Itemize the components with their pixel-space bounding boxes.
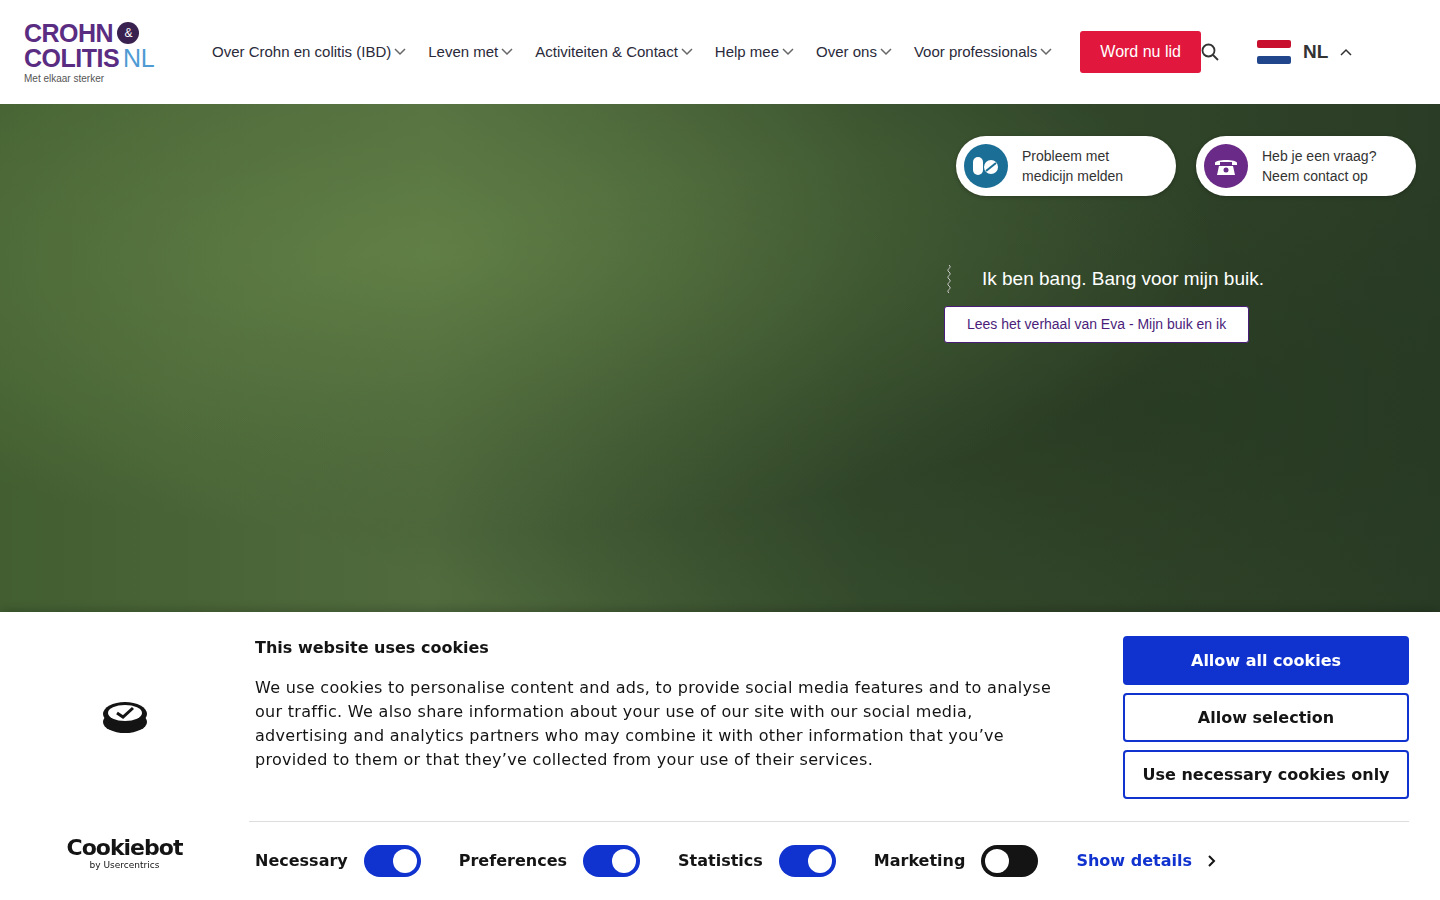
quick-link-line: Heb je een vraag? [1262, 146, 1376, 166]
toggle-knob [808, 849, 832, 873]
nav-label: Over ons [816, 41, 877, 64]
toggle-knob [612, 849, 636, 873]
medicine-icon [964, 144, 1008, 188]
chevron-icon [782, 48, 794, 56]
toggle-knob [985, 849, 1009, 873]
toggle-switch[interactable] [583, 845, 640, 877]
hero-photo: Probleem metmedicijn melden Heb je een vr… [0, 104, 1440, 612]
site-logo[interactable]: CROHN&COLITISNL Met elkaar sterker [24, 21, 194, 84]
join-button[interactable]: Word nu lid [1080, 31, 1201, 73]
cookiebot-brand: Cookiebotby Usercentrics [0, 821, 249, 900]
netherlands-flag-icon [1257, 40, 1291, 64]
quick-link-line: Neem contact op [1262, 166, 1376, 186]
details-label: Show details [1076, 849, 1192, 873]
toggle-switch[interactable] [981, 845, 1038, 877]
brand-name: Cookiebot [67, 837, 183, 859]
quote-text: Ik ben bang. Bang voor mijn buik. [982, 265, 1264, 294]
cookie-body: We use cookies to personalise content an… [255, 676, 1065, 772]
nav-label: Voor professionals [914, 41, 1037, 64]
cookie-title: This website uses cookies [255, 636, 1083, 660]
logo-suffix: NL [123, 46, 154, 71]
logo-tagline: Met elkaar sterker [24, 74, 194, 84]
chevron-right-icon [1208, 855, 1216, 867]
consent-toggle[interactable]: Necessary [255, 845, 421, 877]
nav-item[interactable]: Activiteiten & Contact [535, 41, 693, 64]
quick-link-text: Heb je een vraag?Neem contact op [1262, 146, 1376, 187]
brand-sub: by Usercentrics [90, 859, 160, 873]
chevron-icon [1040, 48, 1052, 56]
nav-item[interactable]: Over Crohn en colitis (IBD) [212, 41, 406, 64]
nav-item[interactable]: Voor professionals [914, 41, 1052, 64]
logo-amp: & [117, 22, 139, 44]
consent-toggle[interactable]: Statistics [678, 845, 836, 877]
chevron-icon [394, 48, 406, 56]
chevron-icon [501, 48, 513, 56]
cookie-toggles: Necessary Preferences Statistics Marketing S… [249, 821, 1409, 900]
site-header: CROHN&COLITISNLMet elkaar sterkerOver Cr… [0, 0, 1440, 104]
quote-row: Ik ben bang. Bang voor mijn buik. [944, 264, 1416, 294]
quick-link-text: Probleem metmedicijn melden [1022, 146, 1123, 187]
cookie-button[interactable]: Allow selection [1123, 693, 1409, 742]
logo-word: COLITIS [24, 46, 119, 71]
nav-label: Over Crohn en colitis (IBD) [212, 41, 391, 64]
squiggle-icon [944, 264, 954, 294]
nav-label: Leven met [428, 41, 498, 64]
cookie-content: This website uses cookies We use cookies … [249, 612, 1440, 821]
cookie-text: This website uses cookies We use cookies … [255, 636, 1083, 821]
story-button[interactable]: Lees het verhaal van Eva - Mijn buik en … [944, 306, 1249, 343]
chevron-icon [1340, 48, 1352, 56]
quick-link[interactable]: Probleem metmedicijn melden [956, 136, 1176, 196]
toggle-switch[interactable] [779, 845, 836, 877]
toggle-label: Statistics [678, 849, 763, 873]
quick-link-line: medicijn melden [1022, 166, 1123, 186]
hero-quote: Ik ben bang. Bang voor mijn buik. Lees he… [944, 264, 1416, 343]
quick-link[interactable]: Heb je een vraag?Neem contact op [1196, 136, 1416, 196]
consent-toggle[interactable]: Marketing [874, 845, 1039, 877]
toggle-switch[interactable] [364, 845, 421, 877]
logo-line: CROHN& [24, 21, 194, 46]
cookie-logo-icon [0, 612, 249, 821]
toggle-label: Necessary [255, 849, 348, 873]
toggle-knob [393, 849, 417, 873]
language-switch[interactable]: NL [1257, 38, 1352, 67]
quick-links: Probleem metmedicijn melden Heb je een vr… [956, 136, 1416, 196]
chevron-icon [880, 48, 892, 56]
logo-word: CROHN [24, 21, 113, 46]
nav-item[interactable]: Over ons [816, 41, 892, 64]
consent-toggle[interactable]: Preferences [459, 845, 640, 877]
cookie-buttons: Allow all cookies Allow selection Use nece… [1123, 636, 1409, 821]
logo-line: COLITISNL [24, 46, 194, 71]
main-nav: Over Crohn en colitis (IBD) Leven met Acti… [212, 41, 1052, 64]
quick-link-line: Probleem met [1022, 146, 1123, 166]
hero-content: Probleem metmedicijn melden Heb je een vr… [0, 136, 1416, 343]
nav-item[interactable]: Help mee [715, 41, 794, 64]
show-details-link[interactable]: Show details [1076, 849, 1216, 873]
search-icon[interactable] [1201, 43, 1219, 61]
nav-label: Help mee [715, 41, 779, 64]
chevron-icon [681, 48, 693, 56]
nav-label: Activiteiten & Contact [535, 41, 678, 64]
cookie-button[interactable]: Allow all cookies [1123, 636, 1409, 685]
nav-item[interactable]: Leven met [428, 41, 513, 64]
cookie-banner: This website uses cookies We use cookies … [0, 612, 1440, 900]
toggle-label: Preferences [459, 849, 567, 873]
cookie-button[interactable]: Use necessary cookies only [1123, 750, 1409, 799]
contact-icon [1204, 144, 1248, 188]
language-code: NL [1303, 38, 1328, 67]
toggle-label: Marketing [874, 849, 966, 873]
